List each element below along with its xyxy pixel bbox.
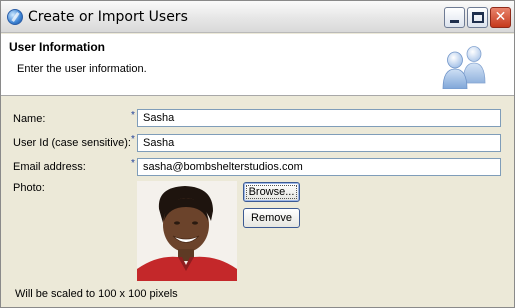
name-required-marker: * <box>131 110 135 121</box>
close-icon: ✕ <box>494 9 507 25</box>
user-form: Name: * User Id (case sensitive): * Emai… <box>1 97 514 307</box>
scale-note: Will be scaled to 100 x 100 pixels <box>15 288 178 300</box>
close-button[interactable]: ✕ <box>490 7 511 28</box>
email-required-marker: * <box>131 158 135 169</box>
minimize-button[interactable] <box>444 7 465 28</box>
email-field[interactable] <box>137 158 501 176</box>
name-label: Name: <box>13 113 46 125</box>
remove-button[interactable]: Remove <box>243 208 300 228</box>
title-bar[interactable]: Create or Import Users ✕ <box>1 1 514 33</box>
header-title: User Information <box>9 40 106 54</box>
maximize-button[interactable] <box>467 7 488 28</box>
minimize-icon <box>450 20 459 23</box>
window-title: Create or Import Users <box>28 9 188 25</box>
browse-button[interactable]: Browse... <box>243 182 300 202</box>
photo-label: Photo: <box>13 182 45 194</box>
users-icon <box>442 46 486 89</box>
user-photo <box>137 181 237 281</box>
header-banner: User Information Enter the user informat… <box>1 34 514 96</box>
maximize-icon <box>472 12 484 23</box>
header-description: Enter the user information. <box>17 63 147 75</box>
name-field[interactable] <box>137 109 501 127</box>
userid-label: User Id (case sensitive): <box>13 137 131 149</box>
app-icon <box>7 9 23 25</box>
dialog-window: Create or Import Users ✕ User Informatio… <box>0 0 515 308</box>
userid-field[interactable] <box>137 134 501 152</box>
email-label: Email address: <box>13 161 86 173</box>
userid-required-marker: * <box>131 134 135 145</box>
